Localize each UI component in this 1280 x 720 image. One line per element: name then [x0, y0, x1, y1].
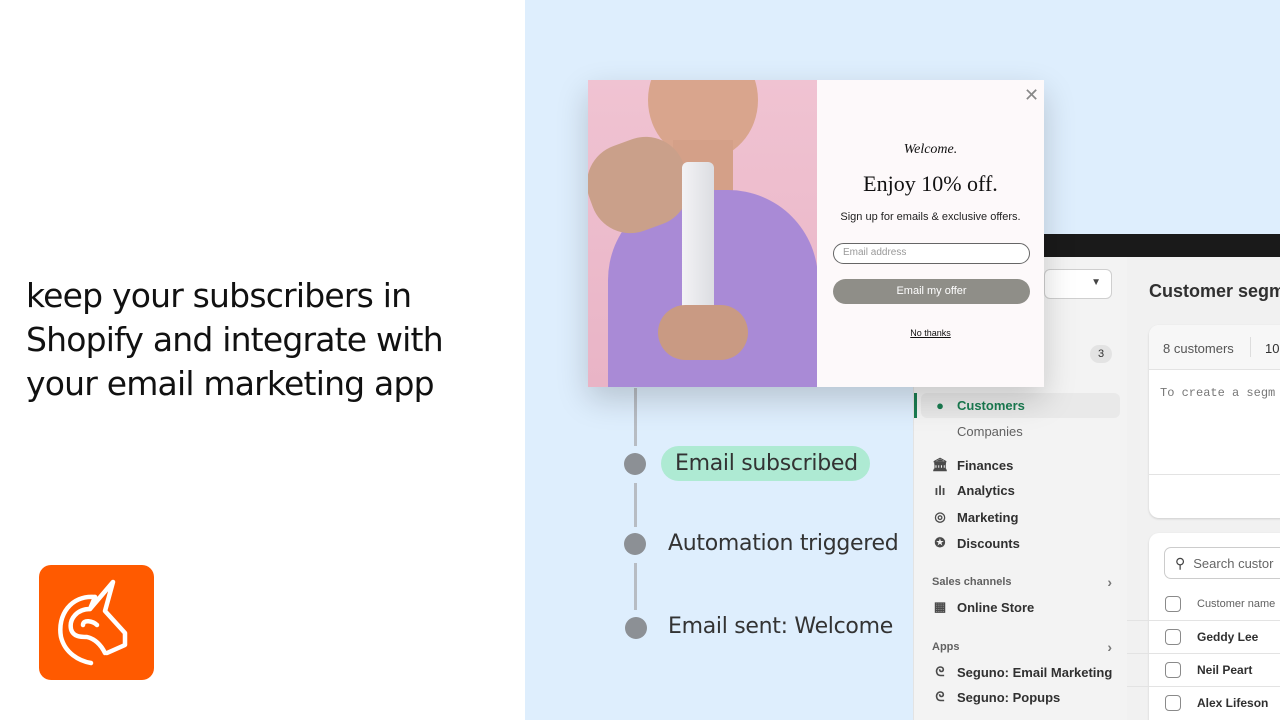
search-icon: ⚲ [1175, 554, 1186, 571]
table-row[interactable]: Alex Lifeson [1127, 686, 1280, 719]
sidebar-item-analytics[interactable]: ılı Analytics [932, 483, 1015, 498]
sidebar-item-label: Marketing [957, 509, 1019, 525]
timeline-connector [634, 483, 637, 527]
product-photo [588, 80, 817, 387]
apps-header[interactable]: Apps › [932, 639, 1112, 655]
customer-name: Alex Lifeson [1197, 696, 1269, 710]
timeline-connector [634, 563, 637, 610]
timeline-dot [625, 617, 647, 639]
row-checkbox[interactable] [1165, 662, 1181, 678]
sidebar-item-companies[interactable]: Companies [932, 424, 1023, 439]
popup-greeting: Welcome. [903, 142, 958, 157]
row-checkbox[interactable] [1165, 695, 1181, 711]
table-row[interactable]: Neil Peart [1127, 653, 1280, 686]
sidebar-item-label: Seguno: Email Marketing [957, 664, 1113, 680]
close-icon[interactable]: ✕ [1024, 85, 1039, 106]
search-placeholder: Search custor [1193, 555, 1274, 571]
sidebar-item-finances[interactable]: 🏛︎ Finances [932, 457, 1013, 473]
sales-channels-header[interactable]: Sales channels › [932, 574, 1112, 590]
popup-subtitle: Sign up for emails & exclusive offers. [840, 211, 1021, 223]
sidebar-item-label: Companies [957, 424, 1023, 439]
store-icon: ▦ [933, 599, 947, 614]
search-input[interactable]: ⚲ Search custor [1164, 547, 1280, 579]
timeline-step-email-sent: Email sent: Welcome [668, 614, 893, 639]
sidebar-item-discounts[interactable]: ✪ Discounts [932, 535, 1020, 551]
column-header: Customer name [1197, 597, 1276, 610]
left-panel: keep your subscribers in Shopify and int… [0, 0, 525, 720]
segment-card: 8 customers 10 To create a segm [1149, 325, 1280, 518]
active-indicator [914, 393, 917, 418]
chevron-right-icon: › [1107, 574, 1112, 590]
signup-popup: ✕ Welcome. Enjoy 10% off. Sign up for em… [588, 80, 1044, 387]
store-select[interactable]: ▼ [1044, 269, 1112, 299]
timeline-dot [624, 453, 646, 475]
timeline-dot [624, 533, 646, 555]
bar-chart-icon: ılı [934, 483, 946, 498]
percent-of-customers: 10 [1265, 341, 1280, 356]
seguno-icon: ᘓ [935, 689, 945, 704]
sidebar-item-label: Analytics [957, 483, 1015, 498]
email-field[interactable]: Email address [833, 243, 1030, 264]
sidebar-item-seguno-popups[interactable]: ᘓ Seguno: Popups [932, 689, 1060, 705]
sidebar-item-label: Finances [957, 457, 1014, 473]
timeline-step-automation-triggered: Automation triggered [668, 531, 899, 556]
email-my-offer-button[interactable]: Email my offer [833, 279, 1030, 304]
customer-count: 8 customers [1163, 341, 1234, 356]
bank-icon: 🏛︎ [932, 457, 949, 472]
caret-down-icon: ▼ [1091, 277, 1101, 288]
sidebar-item-label: Discounts [957, 535, 1020, 551]
count-badge: 3 [1090, 345, 1112, 363]
customer-name: Neil Peart [1197, 663, 1253, 677]
sidebar-item-label: Online Store [957, 599, 1035, 615]
table-header: Customer name [1127, 587, 1280, 620]
sidebar-item-customers[interactable]: ● Customers [932, 398, 1025, 413]
select-all-checkbox[interactable] [1165, 595, 1181, 612]
discount-icon: ✪ [934, 535, 946, 550]
segment-query-editor[interactable]: To create a segm [1160, 386, 1275, 400]
seguno-icon: ᘓ [935, 664, 945, 679]
sidebar-item-label: Customers [957, 398, 1025, 413]
customer-table-card: ⚲ Search custor Customer name Geddy Lee … [1127, 533, 1280, 720]
row-checkbox[interactable] [1165, 629, 1181, 645]
target-icon: ◎ [934, 509, 946, 524]
page-title: Customer segm [1149, 281, 1280, 301]
sidebar-item-seguno-email[interactable]: ᘓ Seguno: Email Marketing [932, 664, 1112, 680]
section-title: Sales channels [932, 576, 1012, 588]
seguno-logo [39, 565, 154, 680]
table-row[interactable]: Geddy Lee [1127, 620, 1280, 653]
chevron-right-icon: › [1107, 639, 1112, 655]
timeline-step-email-subscribed: Email subscribed [675, 451, 858, 476]
admin-main: Customer segm 8 customers 10 To create a… [1127, 257, 1280, 720]
customer-name: Geddy Lee [1197, 630, 1259, 644]
person-icon: ● [936, 398, 944, 413]
sidebar-item-label: Seguno: Popups [957, 689, 1061, 705]
no-thanks-link[interactable]: No thanks [817, 328, 1044, 338]
popup-title: Enjoy 10% off. [863, 171, 998, 196]
section-title: Apps [932, 641, 960, 653]
sidebar-item-marketing[interactable]: ◎ Marketing [932, 509, 1018, 525]
headline: keep your subscribers in Shopify and int… [26, 276, 444, 403]
timeline-connector [634, 388, 637, 446]
sidebar-item-online-store[interactable]: ▦ Online Store [932, 599, 1034, 615]
